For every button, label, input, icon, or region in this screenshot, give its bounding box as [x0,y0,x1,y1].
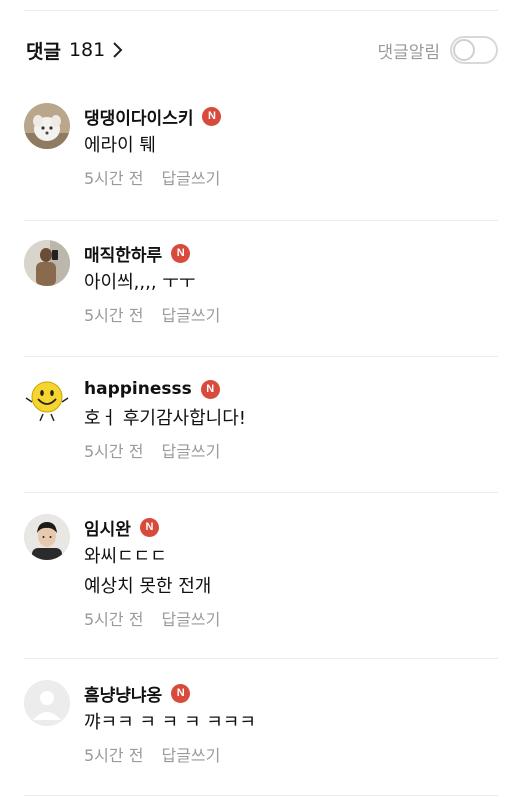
person-avatar-icon [24,514,70,560]
comment-author[interactable]: 댕댕이다이스키 [84,104,193,129]
reply-button[interactable]: 답글쓰기 [161,742,220,766]
comment-time: 5시간 전 [84,442,144,461]
comment-author[interactable]: happinesss [84,379,192,399]
n-badge-icon: N [171,683,191,703]
divider [24,220,498,221]
comment-text: 에라이 퉤 [84,135,156,156]
avatar[interactable] [24,240,70,286]
top-divider [24,10,498,11]
comment-author[interactable]: 임시완 [84,515,131,540]
dog-avatar-icon [24,103,70,149]
n-badge-icon: N [200,379,220,399]
default-user-avatar-icon [24,680,70,726]
n-badge-icon: N [139,517,159,537]
avatar[interactable] [24,376,70,422]
comment-notification-toggle[interactable] [450,36,498,64]
comment-text: 호ㅓ 후기감사합니다! [84,408,246,429]
comments-count-link[interactable]: 댓글 181 [26,37,125,64]
comment-text: 아이씌,,,, ㅜㅜ [84,272,196,293]
comment-time: 5시간 전 [84,169,144,188]
reply-button[interactable]: 답글쓰기 [161,165,220,189]
reply-button[interactable]: 답글쓰기 [161,606,220,630]
comments-title: 댓글 [26,40,61,63]
divider [24,356,498,357]
divider [24,795,498,796]
n-badge-icon: N [171,243,191,263]
mirror-selfie-avatar-icon [24,240,70,286]
avatar[interactable] [24,103,70,149]
comment-time: 5시간 전 [84,746,144,765]
avatar[interactable] [24,680,70,726]
reply-button[interactable]: 답글쓰기 [161,302,220,326]
reply-button[interactable]: 답글쓰기 [161,438,220,462]
toggle-knob [453,39,475,61]
avatar[interactable] [24,514,70,560]
comment-notification-label: 댓글알림 [377,42,440,63]
comment-text: 와씨ㄷㄷㄷ 예상치 못한 전개 [84,546,212,597]
smiley-avatar-icon [24,376,70,422]
chevron-right-icon [111,41,125,59]
comment-author[interactable]: 흠냥냥냐옹 [84,681,162,706]
comment-time: 5시간 전 [84,610,144,629]
comments-header: 댓글 181 댓글알림 [26,28,498,72]
comments-count: 181 [68,39,106,61]
n-badge-icon: N [202,106,222,126]
comment-text: 꺄ㅋㅋ ㅋ ㅋ ㅋ ㅋㅋㅋ [84,712,256,733]
divider [24,658,498,659]
comment-author[interactable]: 매직한하루 [84,241,162,266]
divider [24,492,498,493]
comment-time: 5시간 전 [84,306,144,325]
